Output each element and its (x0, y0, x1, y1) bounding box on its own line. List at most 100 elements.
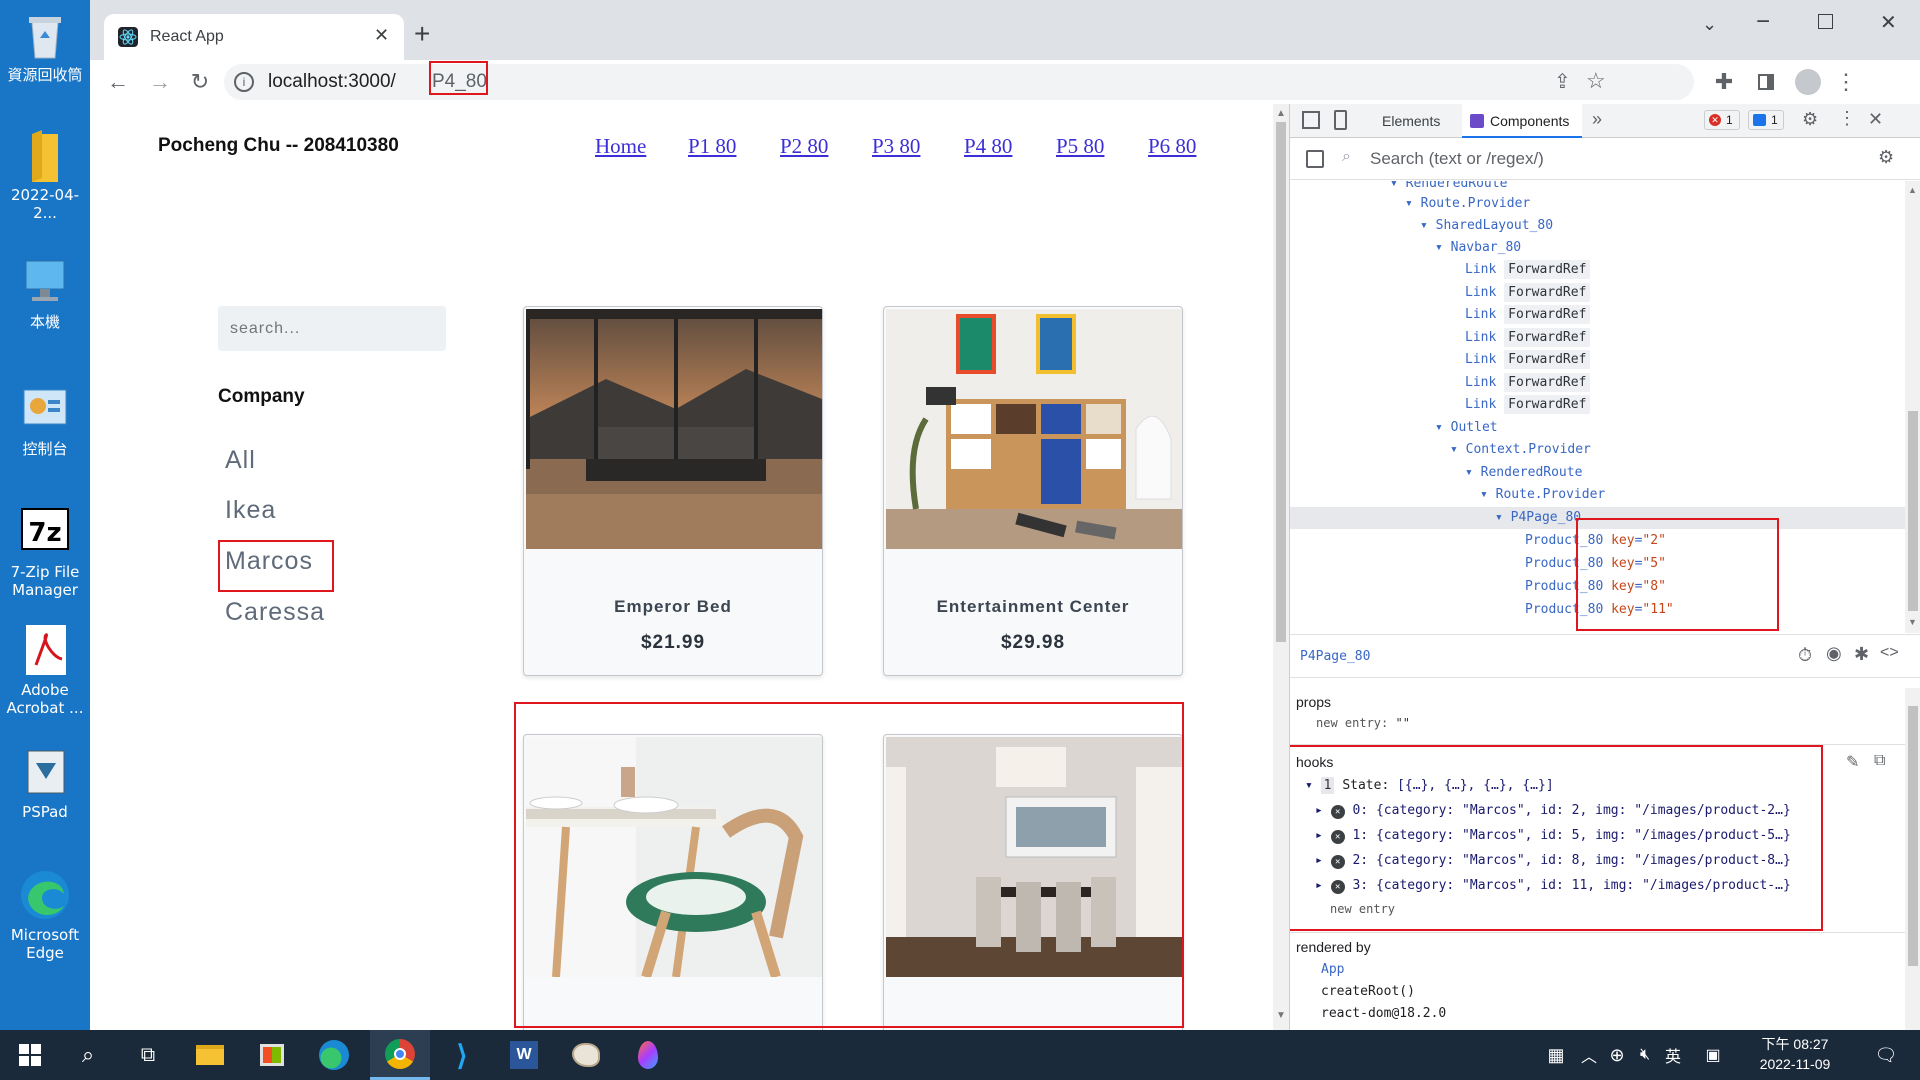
more-tabs-icon[interactable]: » (1592, 109, 1602, 130)
tree-scrollbar[interactable]: ▲ ▼ (1905, 181, 1920, 633)
tree-node-link[interactable]: Link ForwardRef (1465, 350, 1591, 369)
nav-link-p5[interactable]: P5 80 (1056, 134, 1104, 159)
desktop-icon-edge[interactable]: Microsoft Edge (0, 868, 90, 962)
tree-node[interactable]: ▾ Outlet (1435, 420, 1498, 435)
inspect-element-icon[interactable] (1302, 111, 1320, 129)
desktop-icon-folder[interactable]: 2022-04-2... (0, 128, 90, 222)
maximize-icon[interactable] (1818, 14, 1833, 29)
tree-scrollbar-thumb[interactable] (1908, 411, 1918, 611)
selected-component-name: P4Page_80 (1300, 649, 1371, 664)
copy-icon[interactable]: ⧉ (1874, 752, 1885, 770)
minimize-icon[interactable]: − (1756, 8, 1770, 36)
desktop-icon-adobe-acrobat[interactable]: Adobe Acrobat ... (0, 623, 90, 717)
ime-pad-icon[interactable]: ▣ (1698, 1030, 1728, 1080)
extensions-icon[interactable]: ✚ (1706, 64, 1742, 100)
word-taskbar-icon[interactable]: W (494, 1030, 554, 1080)
select-component-icon[interactable] (1306, 150, 1324, 168)
clock[interactable]: 下午 08:27 2022-11-09 (1740, 1034, 1850, 1074)
nav-link-p1[interactable]: P1 80 (688, 134, 736, 159)
tree-node[interactable]: ▾ RenderedRoute (1465, 465, 1582, 480)
props-new-entry[interactable]: new entry: "" (1316, 716, 1410, 730)
rendered-by-app[interactable]: App (1321, 962, 1344, 977)
volume-icon[interactable]: 🔇︎ (1630, 1030, 1660, 1080)
category-caressa[interactable]: Caressa (225, 598, 325, 627)
start-button[interactable] (0, 1030, 60, 1080)
desktop-icon-control-panel[interactable]: 控制台 (0, 382, 90, 458)
devtools-menu-icon[interactable]: ⋮ (1838, 108, 1856, 129)
reload-icon[interactable]: ↻ (182, 64, 218, 100)
tree-node[interactable]: ▾ Route.Provider (1480, 487, 1605, 502)
error-count-badge[interactable]: ✕ 1 (1704, 110, 1740, 130)
share-icon[interactable]: ⇪ (1554, 69, 1571, 94)
nav-link-p3[interactable]: P3 80 (872, 134, 920, 159)
tree-node[interactable]: ▾ Context.Provider (1450, 442, 1591, 457)
edge-taskbar-icon[interactable] (304, 1030, 364, 1080)
tree-node[interactable]: ▾ Navbar_80 (1435, 240, 1521, 255)
tree-node[interactable]: ▾ SharedLayout_80 (1420, 218, 1553, 233)
tree-node-link[interactable]: Link ForwardRef (1465, 373, 1591, 392)
tree-node[interactable]: ▾ RenderedRoute (1390, 181, 1507, 191)
devtools-close-icon[interactable]: ✕ (1868, 109, 1883, 130)
nav-link-p6[interactable]: P6 80 (1148, 134, 1196, 159)
desktop-icon-this-pc[interactable]: 本機 (0, 255, 90, 331)
components-settings-icon[interactable]: ⚙ (1878, 147, 1894, 168)
tree-node-link[interactable]: Link ForwardRef (1465, 283, 1591, 302)
devtools-settings-icon[interactable]: ⚙ (1802, 109, 1818, 130)
show-hidden-icons[interactable]: ︿ (1574, 1030, 1604, 1080)
category-ikea[interactable]: Ikea (225, 496, 276, 525)
tab-search-chevron-icon[interactable]: ⌄ (1702, 14, 1717, 35)
profile-avatar-icon[interactable] (1790, 64, 1826, 100)
back-icon[interactable]: ← (100, 64, 136, 100)
tab-close-icon[interactable]: ✕ (374, 25, 389, 46)
stopwatch-icon[interactable]: ⏱ (1798, 645, 1812, 666)
tree-node[interactable]: ▾ Route.Provider (1405, 196, 1530, 211)
paint-taskbar-icon[interactable] (556, 1030, 616, 1080)
paint3d-taskbar-icon[interactable] (618, 1030, 678, 1080)
tree-node-p4page[interactable]: ▾ P4Page_80 (1495, 510, 1581, 525)
tree-node-link[interactable]: Link ForwardRef (1465, 328, 1591, 347)
category-all[interactable]: All (225, 446, 256, 475)
page-scrollbar-thumb[interactable] (1276, 122, 1286, 642)
bug-icon[interactable]: ✱ (1854, 644, 1869, 665)
tab-components[interactable]: Components (1462, 104, 1582, 138)
inspector-scrollbar-thumb[interactable] (1908, 706, 1918, 966)
product-card[interactable]: Emperor Bed $21.99 (523, 306, 823, 676)
product-card[interactable]: Entertainment Center $29.98 (883, 306, 1183, 676)
inspector-scrollbar[interactable] (1905, 688, 1920, 1030)
tab-elements[interactable]: Elements (1382, 113, 1440, 129)
notifications-icon[interactable]: 🗨︎ (1856, 1030, 1916, 1080)
tree-node-link[interactable]: Link ForwardRef (1465, 305, 1591, 324)
vscode-taskbar-icon[interactable]: ⟩ (432, 1030, 492, 1080)
message-count-badge[interactable]: 1 (1748, 110, 1784, 130)
address-bar[interactable]: i localhost:3000/ P4_80 ⇪ ☆ (224, 61, 1694, 100)
components-search-input[interactable]: Search (text or /regex/) (1370, 149, 1544, 169)
window-close-icon[interactable]: ✕ (1880, 10, 1897, 35)
bookmark-star-icon[interactable]: ☆ (1586, 68, 1606, 94)
browser-menu-icon[interactable]: ⋮ (1828, 64, 1864, 100)
forward-icon[interactable]: → (142, 64, 178, 100)
task-view-icon[interactable]: ⧉ (118, 1030, 178, 1080)
desktop-icon-7zip[interactable]: 7z 7-Zip File Manager (0, 505, 90, 599)
nav-link-p2[interactable]: P2 80 (780, 134, 828, 159)
side-panel-icon[interactable] (1748, 64, 1784, 100)
view-source-icon[interactable]: <> (1880, 644, 1899, 662)
ime-language[interactable]: 英 (1658, 1030, 1688, 1080)
tree-node-link[interactable]: Link ForwardRef (1465, 395, 1591, 414)
taskbar-search-icon[interactable]: ⌕ (58, 1030, 118, 1080)
nav-link-p4[interactable]: P4 80 (964, 134, 1012, 159)
desktop-icon-pspad[interactable]: PSPad (0, 745, 90, 821)
eye-icon[interactable]: ◉ (1826, 643, 1842, 664)
file-explorer-icon[interactable] (180, 1030, 240, 1080)
site-info-icon[interactable]: i (234, 72, 254, 92)
network-icon[interactable]: ⊕ (1602, 1030, 1632, 1080)
device-toolbar-icon[interactable] (1334, 110, 1347, 130)
page-scrollbar[interactable]: ▲ ▼ (1273, 104, 1289, 1030)
tree-node-link[interactable]: Link ForwardRef (1465, 260, 1591, 279)
chrome-taskbar-icon[interactable] (370, 1030, 430, 1080)
search-input[interactable] (218, 306, 446, 351)
nav-link-home[interactable]: Home (595, 134, 646, 159)
desktop-icon-recycle-bin[interactable]: 資源回收筒 (0, 8, 90, 84)
parse-hooks-icon[interactable]: ✎ (1846, 752, 1859, 772)
new-tab-icon[interactable]: + (414, 18, 430, 50)
store-icon[interactable] (242, 1030, 302, 1080)
